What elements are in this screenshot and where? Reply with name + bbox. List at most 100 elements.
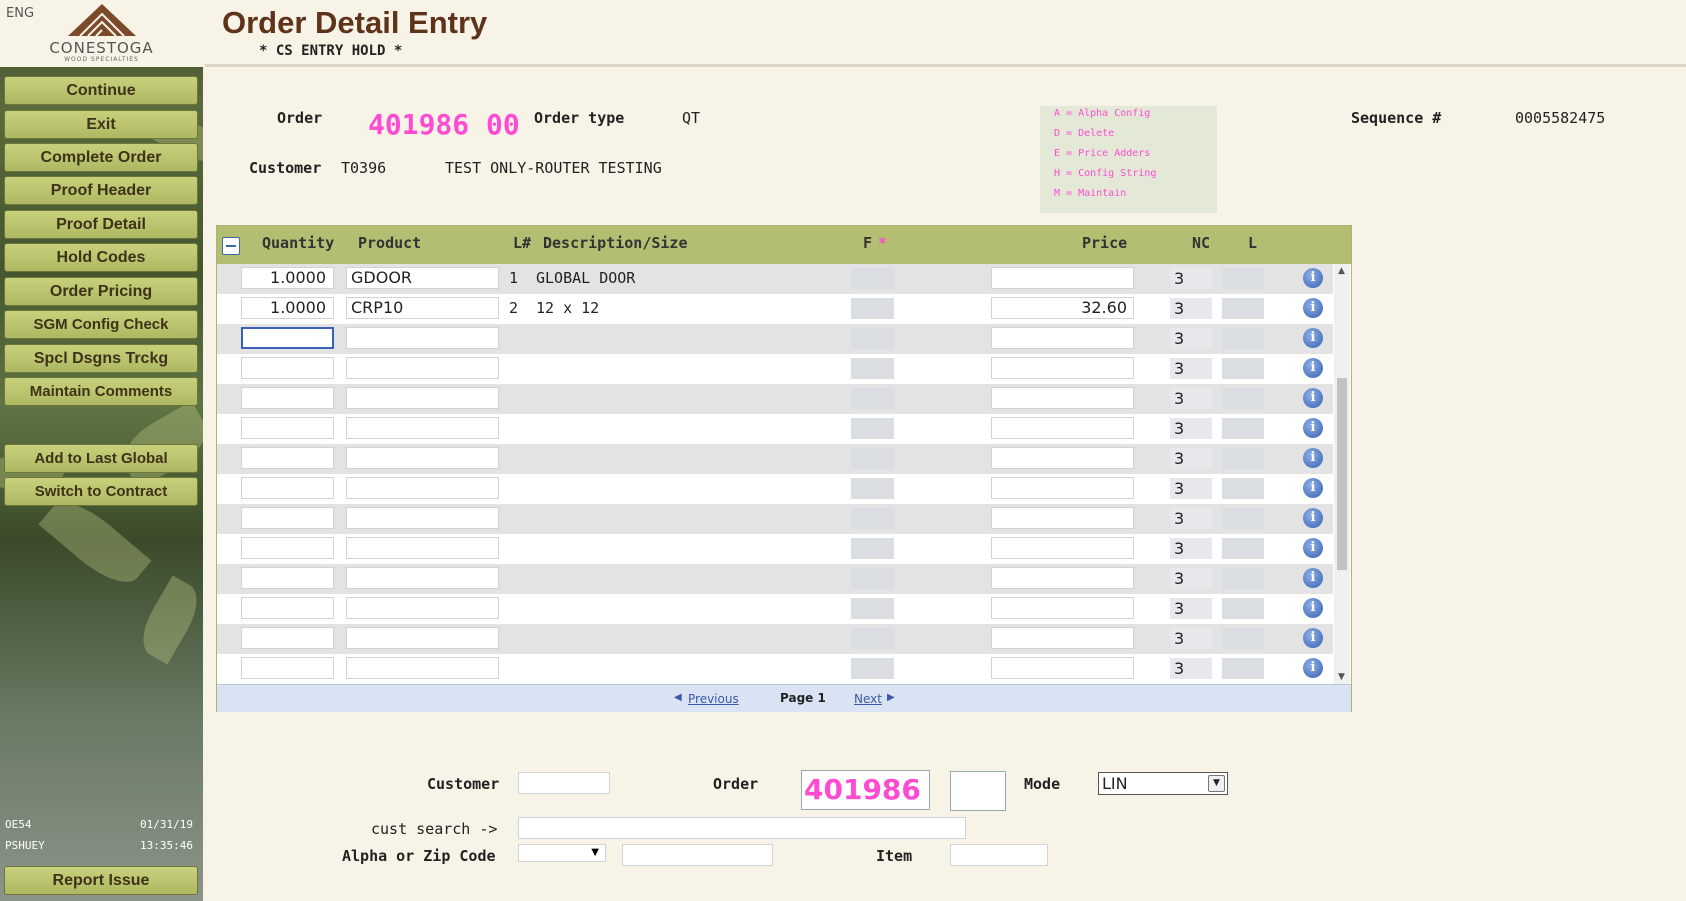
nc-field[interactable]: 3 bbox=[1170, 478, 1212, 499]
l-field[interactable] bbox=[1222, 388, 1264, 409]
price-input[interactable] bbox=[991, 477, 1134, 499]
quantity-input[interactable]: 1.0000 bbox=[241, 267, 334, 289]
previous-arrow-icon[interactable]: ◀ bbox=[674, 692, 682, 703]
f-field[interactable] bbox=[851, 418, 894, 439]
price-input[interactable] bbox=[991, 417, 1134, 439]
product-input[interactable] bbox=[346, 477, 499, 499]
l-field[interactable] bbox=[1222, 508, 1264, 529]
l-field[interactable] bbox=[1222, 268, 1264, 289]
info-icon[interactable]: i bbox=[1303, 358, 1323, 378]
info-icon[interactable]: i bbox=[1303, 268, 1323, 288]
nc-field[interactable]: 3 bbox=[1170, 598, 1212, 619]
mode-select[interactable]: LIN ▼ bbox=[1098, 772, 1228, 795]
info-icon[interactable]: i bbox=[1303, 388, 1323, 408]
continue-button[interactable]: Continue bbox=[4, 76, 198, 105]
f-field[interactable] bbox=[851, 478, 894, 499]
f-field[interactable] bbox=[851, 328, 894, 349]
nc-field[interactable]: 3 bbox=[1170, 388, 1212, 409]
quantity-input[interactable] bbox=[241, 477, 334, 499]
f-field[interactable] bbox=[851, 628, 894, 649]
f-field[interactable] bbox=[851, 508, 894, 529]
l-field[interactable] bbox=[1222, 538, 1264, 559]
product-input[interactable] bbox=[346, 387, 499, 409]
price-input[interactable] bbox=[991, 357, 1134, 379]
next-arrow-icon[interactable]: ▶ bbox=[887, 692, 895, 703]
scrollbar-thumb[interactable] bbox=[1337, 378, 1347, 570]
nc-field[interactable]: 3 bbox=[1170, 508, 1212, 529]
l-field[interactable] bbox=[1222, 658, 1264, 679]
cust-search-input[interactable] bbox=[518, 817, 966, 839]
info-icon[interactable]: i bbox=[1303, 568, 1323, 588]
nc-field[interactable]: 3 bbox=[1170, 268, 1212, 289]
order-suffix-input[interactable] bbox=[950, 771, 1006, 811]
nc-field[interactable]: 3 bbox=[1170, 298, 1212, 319]
info-icon[interactable]: i bbox=[1303, 298, 1323, 318]
product-input[interactable] bbox=[346, 537, 499, 559]
scroll-down-icon[interactable]: ▼ bbox=[1338, 672, 1345, 682]
quantity-input[interactable] bbox=[241, 357, 334, 379]
f-field[interactable] bbox=[851, 598, 894, 619]
nc-field[interactable]: 3 bbox=[1170, 418, 1212, 439]
next-page-link[interactable]: Next bbox=[854, 692, 882, 706]
nc-field[interactable]: 3 bbox=[1170, 658, 1212, 679]
order-pricing-button[interactable]: Order Pricing bbox=[4, 277, 198, 306]
spcl-dsgns-trckg-button[interactable]: Spcl Dsgns Trckg bbox=[4, 344, 198, 373]
exit-button[interactable]: Exit bbox=[4, 110, 198, 139]
l-field[interactable] bbox=[1222, 628, 1264, 649]
quantity-input[interactable] bbox=[241, 537, 334, 559]
l-field[interactable] bbox=[1222, 598, 1264, 619]
proof-header-button[interactable]: Proof Header bbox=[4, 176, 198, 205]
hold-codes-button[interactable]: Hold Codes bbox=[4, 243, 198, 272]
product-input[interactable] bbox=[346, 597, 499, 619]
maintain-comments-button[interactable]: Maintain Comments bbox=[4, 377, 198, 406]
f-field[interactable] bbox=[851, 568, 894, 589]
quantity-input[interactable] bbox=[241, 597, 334, 619]
quantity-input[interactable] bbox=[241, 447, 334, 469]
price-input[interactable] bbox=[991, 327, 1134, 349]
nc-field[interactable]: 3 bbox=[1170, 538, 1212, 559]
proof-detail-button[interactable]: Proof Detail bbox=[4, 210, 198, 239]
f-field[interactable] bbox=[851, 298, 894, 319]
price-input[interactable] bbox=[991, 507, 1134, 529]
l-field[interactable] bbox=[1222, 328, 1264, 349]
info-icon[interactable]: i bbox=[1303, 448, 1323, 468]
vertical-scrollbar[interactable]: ▲ ▼ bbox=[1334, 264, 1350, 684]
previous-page-link[interactable]: Previous bbox=[688, 692, 739, 706]
quantity-input[interactable] bbox=[241, 657, 334, 679]
price-input[interactable]: 32.60 bbox=[991, 297, 1134, 319]
price-input[interactable] bbox=[991, 657, 1134, 679]
f-field[interactable] bbox=[851, 658, 894, 679]
price-input[interactable] bbox=[991, 537, 1134, 559]
product-input[interactable] bbox=[346, 447, 499, 469]
product-input[interactable]: GDOOR bbox=[346, 267, 499, 289]
alpha-zip-input[interactable] bbox=[622, 844, 773, 866]
price-input[interactable] bbox=[991, 597, 1134, 619]
price-input[interactable] bbox=[991, 447, 1134, 469]
f-field[interactable] bbox=[851, 358, 894, 379]
scroll-up-icon[interactable]: ▲ bbox=[1338, 266, 1345, 276]
info-icon[interactable]: i bbox=[1303, 658, 1323, 678]
quantity-input[interactable] bbox=[241, 387, 334, 409]
sgm-config-check-button[interactable]: SGM Config Check bbox=[4, 310, 198, 339]
info-icon[interactable]: i bbox=[1303, 598, 1323, 618]
product-input[interactable] bbox=[346, 417, 499, 439]
l-field[interactable] bbox=[1222, 298, 1264, 319]
nc-field[interactable]: 3 bbox=[1170, 448, 1212, 469]
product-input[interactable] bbox=[346, 567, 499, 589]
product-input[interactable] bbox=[346, 507, 499, 529]
collapse-icon[interactable] bbox=[222, 237, 240, 255]
alpha-zip-select[interactable]: ▼ bbox=[518, 844, 606, 862]
product-input[interactable] bbox=[346, 357, 499, 379]
f-field[interactable] bbox=[851, 268, 894, 289]
l-field[interactable] bbox=[1222, 418, 1264, 439]
product-input[interactable] bbox=[346, 657, 499, 679]
order-input[interactable]: 401986 bbox=[801, 770, 930, 810]
product-input[interactable]: CRP10 bbox=[346, 297, 499, 319]
price-input[interactable] bbox=[991, 627, 1134, 649]
l-field[interactable] bbox=[1222, 478, 1264, 499]
customer-input[interactable] bbox=[518, 772, 610, 794]
info-icon[interactable]: i bbox=[1303, 628, 1323, 648]
info-icon[interactable]: i bbox=[1303, 418, 1323, 438]
product-input[interactable] bbox=[346, 327, 499, 349]
quantity-input[interactable] bbox=[241, 627, 334, 649]
